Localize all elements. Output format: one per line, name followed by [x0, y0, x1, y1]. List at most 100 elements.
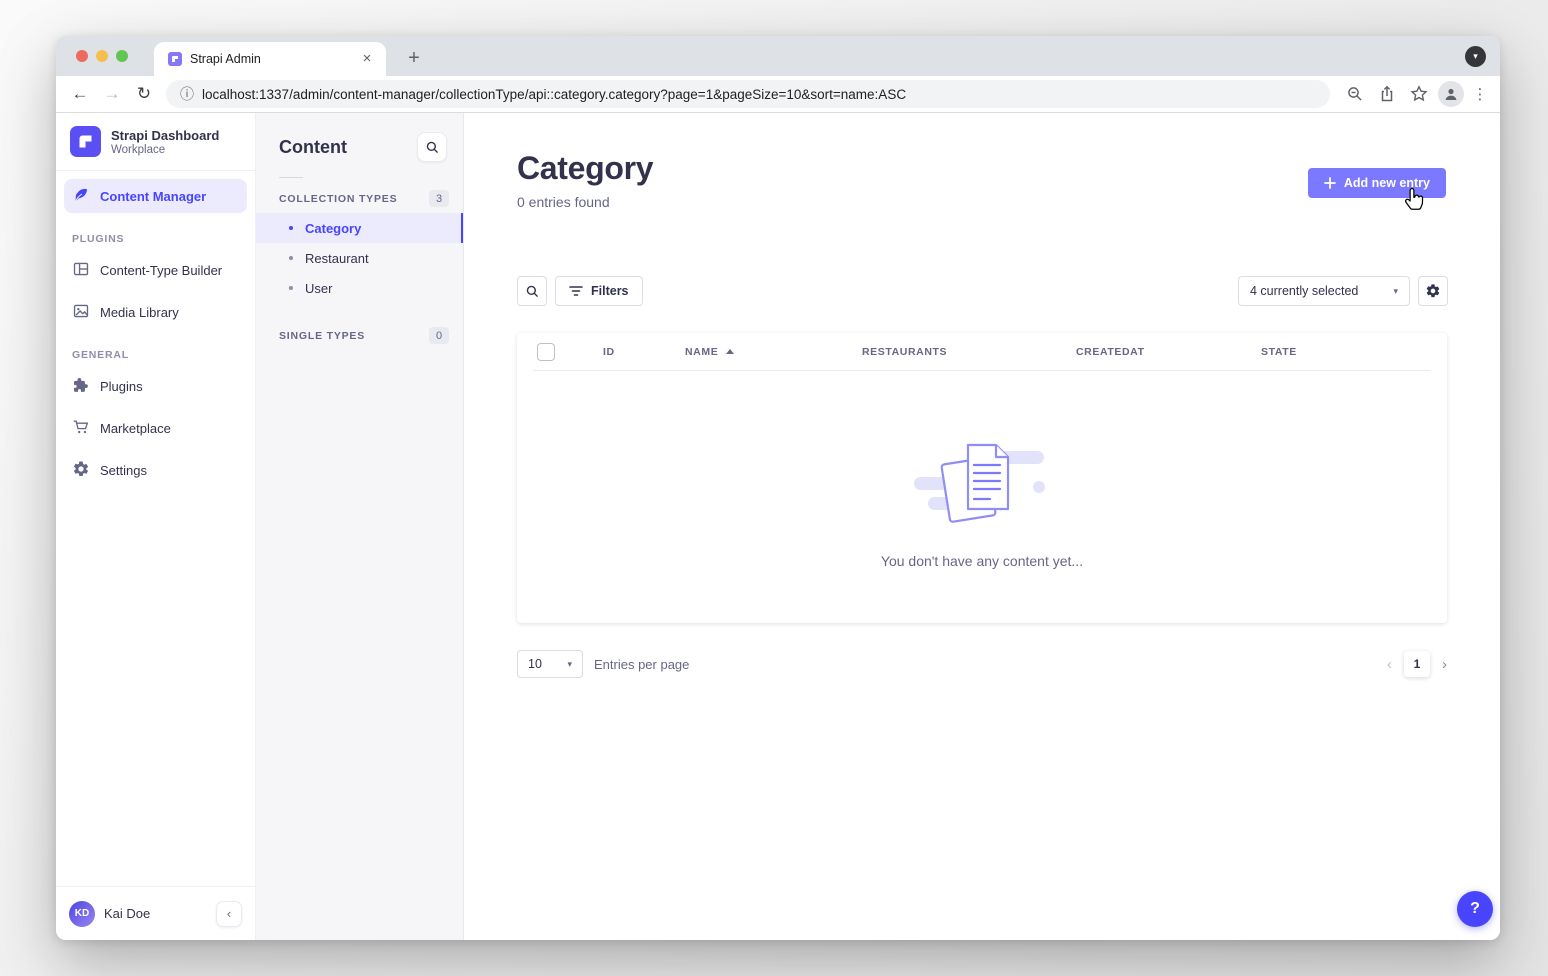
filters-button[interactable]: Filters — [555, 276, 643, 306]
bullet-icon — [289, 226, 293, 230]
sidebar-item-label: Content-Type Builder — [100, 263, 222, 278]
subnav-item-restaurant[interactable]: Restaurant — [256, 243, 463, 273]
toolbar-right-icons: ⋮ — [1342, 80, 1490, 108]
table-actions-row: Filters 4 currently selected ▾ — [517, 276, 1448, 306]
new-tab-button[interactable]: + — [400, 45, 428, 73]
subnav-item-user[interactable]: User — [256, 273, 463, 303]
sidebar-item-plugins[interactable]: Plugins — [64, 369, 247, 403]
sidebar-item-label: Media Library — [100, 305, 179, 320]
subnav-divider — [279, 177, 303, 178]
filter-icon — [569, 285, 583, 297]
url-text: localhost:1337/admin/content-manager/col… — [202, 87, 906, 102]
table-header-row: ID NAME RESTAURANTS CREATEDAT STATE — [517, 333, 1447, 371]
gear-icon — [72, 460, 90, 481]
sidebar-item-media-library[interactable]: Media Library — [64, 295, 247, 329]
reload-button[interactable]: ↻ — [130, 80, 158, 108]
main-panel: Category 0 entries found Add new entry F… — [464, 113, 1500, 940]
sidebar-item-marketplace[interactable]: Marketplace — [64, 411, 247, 445]
select-all-checkbox[interactable] — [537, 343, 555, 361]
column-header-id[interactable]: ID — [603, 333, 615, 371]
next-page-button[interactable]: › — [1442, 656, 1447, 673]
empty-state: You don't have any content yet... — [517, 371, 1447, 569]
sidebar-item-label: Marketplace — [100, 421, 171, 436]
brand-subtitle: Workplace — [111, 144, 219, 156]
collection-types-label: COLLECTION TYPES — [279, 193, 397, 205]
close-window-button[interactable] — [76, 50, 88, 62]
desktop-background: Strapi Admin × + ▾ ← → ↻ ⓘ localhost:133… — [0, 0, 1548, 976]
brand[interactable]: Strapi Dashboard Workplace — [56, 113, 255, 170]
bullet-icon — [289, 256, 293, 260]
sort-ascending-icon — [726, 349, 734, 354]
general-section-label: GENERAL — [72, 349, 239, 361]
add-new-entry-button[interactable]: Add new entry — [1308, 168, 1446, 198]
page-size-dropdown[interactable]: 10 ▾ — [517, 650, 583, 678]
tab-title: Strapi Admin — [190, 52, 350, 66]
chevron-down-icon: ▾ — [567, 659, 572, 670]
main-sidebar: Strapi Dashboard Workplace Content Manag… — [56, 113, 256, 940]
sidebar-item-content-manager[interactable]: Content Manager — [64, 179, 247, 213]
strapi-logo-icon — [70, 126, 101, 157]
entries-count: 0 entries found — [517, 194, 653, 210]
subnav-search-button[interactable] — [417, 132, 447, 162]
collection-types-count-badge: 3 — [429, 190, 449, 207]
column-header-restaurants[interactable]: RESTAURANTS — [862, 333, 947, 371]
single-types-count-badge: 0 — [429, 327, 449, 344]
column-header-name[interactable]: NAME — [685, 333, 734, 371]
sidebar-item-label: Content Manager — [100, 189, 206, 204]
browser-toolbar: ← → ↻ ⓘ localhost:1337/admin/content-man… — [56, 76, 1500, 113]
chevron-down-icon: ▾ — [1393, 286, 1398, 297]
subnav-title: Content — [279, 137, 347, 158]
back-button[interactable]: ← — [66, 80, 94, 108]
subnav-item-category[interactable]: Category — [256, 213, 463, 243]
forward-button[interactable]: → — [98, 80, 126, 108]
current-page-button[interactable]: 1 — [1404, 651, 1430, 677]
avatar[interactable]: KD — [69, 901, 95, 927]
page-title: Category — [517, 150, 653, 187]
browser-menu-icon[interactable]: ⋮ — [1470, 85, 1490, 103]
close-tab-icon[interactable]: × — [358, 50, 376, 68]
puzzle-icon — [72, 376, 90, 397]
fields-selected-dropdown[interactable]: 4 currently selected ▾ — [1238, 276, 1410, 306]
browser-profile-icon[interactable] — [1438, 81, 1464, 107]
subnav-item-label: User — [305, 281, 332, 296]
pagination-row: 10 ▾ Entries per page ‹ 1 › — [517, 650, 1447, 678]
share-icon[interactable] — [1374, 80, 1400, 108]
browser-chevron-badge-icon[interactable]: ▾ — [1465, 46, 1486, 67]
image-icon — [72, 302, 90, 323]
plugins-section-label: PLUGINS — [72, 233, 239, 245]
browser-tab[interactable]: Strapi Admin × — [154, 42, 386, 76]
previous-page-button[interactable]: ‹ — [1387, 656, 1392, 673]
sidebar-item-content-type-builder[interactable]: Content-Type Builder — [64, 253, 247, 287]
subnav-item-label: Category — [305, 221, 361, 236]
sidebar-item-label: Settings — [100, 463, 147, 478]
edit-pen-icon — [72, 186, 90, 207]
site-info-icon[interactable]: ⓘ — [180, 84, 194, 104]
window-controls — [76, 50, 128, 62]
bookmark-star-icon[interactable] — [1406, 80, 1432, 108]
minimize-window-button[interactable] — [96, 50, 108, 62]
table-search-button[interactable] — [517, 276, 547, 306]
sidebar-user-bar: KD Kai Doe ‹ — [56, 886, 255, 940]
column-header-state[interactable]: STATE — [1261, 333, 1297, 371]
browser-window: Strapi Admin × + ▾ ← → ↻ ⓘ localhost:133… — [56, 36, 1500, 940]
entries-per-page-label: Entries per page — [594, 657, 689, 672]
browser-tab-strip: Strapi Admin × + ▾ — [56, 36, 1500, 76]
content-subnav: Content COLLECTION TYPES 3 Category Res — [256, 113, 464, 940]
empty-state-text: You don't have any content yet... — [881, 553, 1083, 569]
url-bar[interactable]: ⓘ localhost:1337/admin/content-manager/c… — [166, 80, 1330, 108]
sidebar-item-label: Plugins — [100, 379, 143, 394]
table-settings-button[interactable] — [1418, 276, 1448, 306]
subnav-item-label: Restaurant — [305, 251, 369, 266]
collapse-sidebar-button[interactable]: ‹ — [216, 901, 242, 927]
sidebar-item-settings[interactable]: Settings — [64, 453, 247, 487]
column-header-createdat[interactable]: CREATEDAT — [1076, 333, 1145, 371]
strapi-favicon-icon — [168, 52, 182, 66]
brand-text: Strapi Dashboard Workplace — [111, 128, 219, 156]
maximize-window-button[interactable] — [116, 50, 128, 62]
plus-icon — [1324, 177, 1336, 189]
zoom-search-icon[interactable] — [1342, 80, 1368, 108]
app-content: Strapi Dashboard Workplace Content Manag… — [56, 113, 1500, 940]
entries-table-card: ID NAME RESTAURANTS CREATEDAT STATE — [517, 333, 1447, 623]
cart-icon — [72, 418, 90, 439]
help-button[interactable]: ? — [1457, 891, 1493, 927]
